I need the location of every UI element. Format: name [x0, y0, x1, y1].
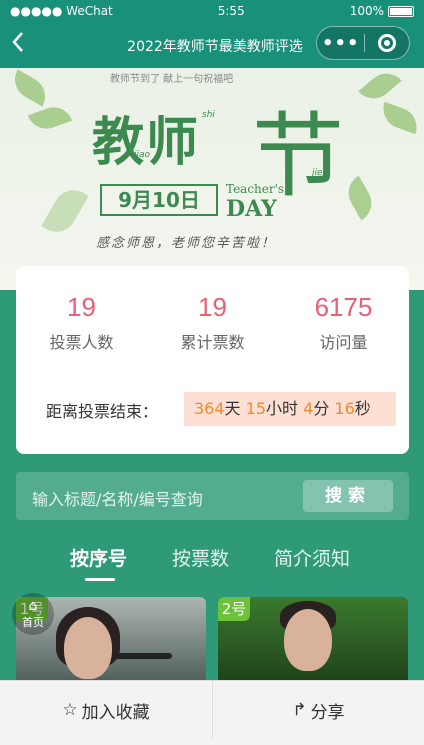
- tab-intro[interactable]: 简介须知: [274, 544, 350, 571]
- home-icon: ⌂: [28, 598, 38, 614]
- photo-microphone: [112, 653, 172, 659]
- nav-row: 2022年教师节最美教师评选 •••: [0, 22, 424, 68]
- stat-voters: 19 投票人数: [16, 292, 147, 353]
- chevron-left-icon: [12, 32, 23, 52]
- banner-date: 9月10日: [100, 184, 218, 216]
- leaf-decoration: [7, 69, 53, 107]
- stat-label: 访问量: [319, 333, 368, 352]
- countdown-label: 距离投票结束：: [46, 402, 159, 421]
- stats-row: 19 投票人数 19 累计票数 6175 访问量: [16, 292, 409, 353]
- battery-label: 100%: [349, 4, 384, 18]
- stat-visits: 6175 访问量: [278, 292, 409, 353]
- stat-label: 累计票数: [180, 333, 245, 352]
- pinyin-jiao: jiao: [134, 150, 151, 160]
- countdown-timer: 364天 15小时 4分 16秒: [184, 392, 396, 426]
- page-title: 2022年教师节最美教师评选: [127, 39, 303, 55]
- stat-label: 投票人数: [49, 333, 114, 352]
- time-label: 5:55: [217, 4, 245, 18]
- favorite-label: 加入收藏: [81, 702, 150, 723]
- countdown-seconds: 16: [334, 399, 355, 418]
- countdown-minutes-unit: 分: [313, 399, 330, 418]
- search-input[interactable]: 输入标题/名称/编号查询: [32, 486, 203, 510]
- status-bar: ●●●●● WeChat 5:55 100%: [0, 0, 424, 22]
- home-label: 首页: [22, 616, 44, 629]
- banner-slogan: 感念师恩，老师您辛苦啦！: [96, 236, 277, 251]
- active-tab-indicator: [85, 578, 115, 581]
- tab-by-votes[interactable]: 按票数: [172, 544, 229, 571]
- leaf-decoration: [41, 182, 89, 240]
- target-icon: [378, 34, 397, 52]
- leaf-decoration: [341, 175, 379, 221]
- home-button[interactable]: ⌂ 首页: [12, 593, 54, 635]
- banner-top-text: 教师节到了 献上一句祝福吧: [110, 74, 234, 85]
- leaf-decoration: [27, 101, 73, 135]
- banner-title-main: 教师: [92, 112, 201, 173]
- battery-icon: [388, 6, 414, 17]
- countdown-hours-unit: 小时: [266, 399, 299, 418]
- pinyin-shi: shi: [202, 110, 215, 120]
- stat-total-votes: 19 累计票数: [147, 292, 278, 353]
- miniprogram-capsule: •••: [316, 26, 410, 60]
- leaf-decoration: [377, 101, 423, 135]
- close-miniprogram-button[interactable]: [365, 34, 409, 52]
- photo-face: [64, 617, 112, 679]
- share-icon: ↱: [292, 700, 307, 720]
- countdown-minutes: 4: [303, 399, 314, 418]
- share-label: 分享: [310, 702, 345, 723]
- battery-indicator: 100%: [350, 4, 414, 18]
- add-favorite-button[interactable]: ☆ 加入收藏: [0, 681, 212, 739]
- countdown-hours: 15: [245, 399, 267, 418]
- entry-number-badge: 2号: [218, 597, 250, 621]
- top-bar: ●●●●● WeChat 5:55 100% 2022年教师节最美教师评选 ••…: [0, 0, 424, 68]
- bottom-action-bar: ☆ 加入收藏 ↱ 分享: [0, 680, 424, 745]
- stats-card: 19 投票人数 19 累计票数 6175 访问量 距离投票结束： 364天 15…: [16, 266, 409, 454]
- entry-card[interactable]: 2号: [218, 597, 408, 687]
- share-button[interactable]: ↱ 分享: [212, 681, 424, 739]
- more-button[interactable]: •••: [317, 33, 364, 54]
- stat-value: 6175: [314, 292, 373, 322]
- search-bar: 输入标题/名称/编号查询 搜索: [16, 472, 409, 520]
- tab-by-number[interactable]: 按序号: [70, 544, 127, 571]
- sort-tabs: 按序号 按票数 简介须知: [0, 544, 424, 584]
- banner-day: DAY: [226, 196, 277, 222]
- leaf-decoration: [358, 68, 402, 107]
- star-icon: ☆: [62, 700, 78, 720]
- carrier-label: ●●●●● WeChat: [10, 4, 113, 18]
- search-button[interactable]: 搜索: [303, 480, 393, 512]
- stat-value: 19: [67, 292, 96, 322]
- countdown-days-unit: 天: [224, 399, 241, 418]
- countdown-seconds-unit: 秒: [354, 399, 371, 418]
- back-button[interactable]: [10, 30, 34, 60]
- countdown-days: 364: [194, 399, 225, 418]
- teachers-day-banner: 教师节到了 献上一句祝福吧 教师 jiao shi jie 节 9月10日 Te…: [0, 68, 424, 290]
- stat-value: 19: [198, 292, 227, 322]
- photo-face: [284, 609, 332, 671]
- banner-teachers: Teacher's: [226, 182, 285, 196]
